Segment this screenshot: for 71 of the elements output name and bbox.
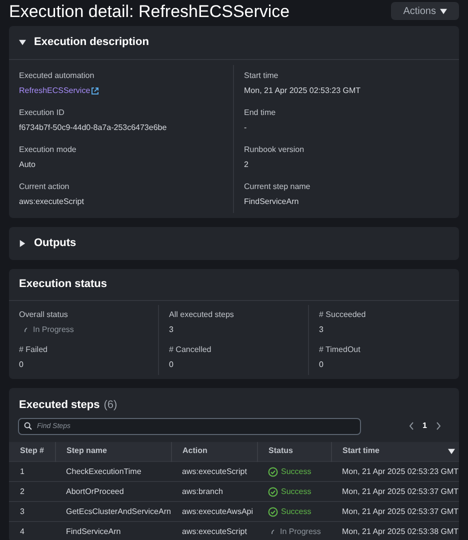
- section-title: Executed steps: [19, 398, 100, 413]
- table-cell: AbortOrProceed: [55, 482, 171, 502]
- status-text: In Progress: [280, 526, 321, 538]
- table-cell: Mon, 21 Apr 2025 02:53:23 GMT: [331, 462, 459, 482]
- field-label: # Cancelled: [169, 344, 212, 356]
- actions-button[interactable]: Actions: [391, 2, 459, 20]
- field-label: Runbook version: [244, 144, 306, 156]
- table-cell: 4: [9, 522, 55, 540]
- table-cell: GetEcsClusterAndServiceArn: [55, 502, 171, 522]
- table-cell: Mon, 21 Apr 2025 02:53:37 GMT: [331, 482, 459, 502]
- section-header[interactable]: Outputs: [9, 227, 459, 260]
- status-text: Success: [281, 486, 312, 498]
- next-page-button[interactable]: [436, 422, 441, 430]
- table-cell: 3: [9, 502, 55, 522]
- field-value: 2: [244, 159, 250, 171]
- field-value: 0: [319, 359, 324, 371]
- field-value: Auto: [19, 159, 36, 171]
- table-cell: Mon, 21 Apr 2025 02:53:38 GMT: [331, 522, 459, 540]
- field-label: Executed automation: [19, 70, 96, 82]
- table-cell: 1: [9, 462, 55, 482]
- table-cell: aws:executeAwsApi: [171, 502, 257, 522]
- section-title: Execution status: [9, 269, 459, 301]
- field-label: # Succeeded: [319, 309, 367, 321]
- table-cell: Mon, 21 Apr 2025 02:53:37 GMT: [331, 502, 459, 522]
- field-label: Execution ID: [19, 107, 66, 119]
- step-count: (6): [104, 398, 118, 413]
- field-label: Current action: [19, 181, 70, 193]
- field-label: Overall status: [19, 309, 69, 321]
- table-cell: aws:executeScript: [171, 462, 257, 482]
- field-label: Execution mode: [19, 144, 78, 156]
- table-cell: 2: [9, 482, 55, 502]
- field-value: aws:executeScript: [19, 196, 85, 208]
- status-text: Success: [281, 466, 312, 478]
- column-header[interactable]: Status: [257, 442, 331, 462]
- field-value: -: [244, 122, 248, 134]
- field-value: 0: [19, 359, 24, 371]
- section-header[interactable]: Execution description: [9, 26, 459, 59]
- column-header[interactable]: Step name: [55, 442, 171, 462]
- field-label: # Failed: [19, 344, 48, 356]
- sort-icon: [448, 448, 455, 455]
- field-label: # TimedOut: [319, 344, 362, 356]
- field-value: f6734b7f-50c9-44d0-8a7a-253c6473e6be: [19, 122, 168, 134]
- table-cell: CheckExecutionTime: [55, 462, 171, 482]
- table-cell: aws:executeScript: [171, 522, 257, 540]
- field-label: Start time: [244, 70, 280, 82]
- page-number[interactable]: 1: [422, 420, 427, 432]
- field-value: 0: [169, 359, 174, 371]
- status-text: In Progress: [33, 324, 74, 336]
- chevron-right-icon: [436, 422, 441, 430]
- field-value: 3: [169, 324, 174, 336]
- field-value: Mon, 21 Apr 2025 02:53:23 GMT: [244, 85, 362, 97]
- table-cell: aws:branch: [171, 482, 257, 502]
- chevron-left-icon: [408, 422, 414, 430]
- caret-down-icon: [19, 39, 26, 46]
- column-header[interactable]: Start time: [331, 442, 459, 462]
- column-header[interactable]: Action: [171, 442, 257, 462]
- previous-page-button[interactable]: [408, 422, 414, 430]
- field-value: 3: [319, 324, 324, 336]
- field-value: FindServiceArn: [244, 196, 300, 208]
- automation-link[interactable]: RefreshECSService: [19, 85, 223, 97]
- status-text: Success: [281, 506, 312, 518]
- page-title: Execution detail: RefreshECSService: [9, 2, 290, 20]
- search-icon: [24, 422, 32, 430]
- field-label: Current step name: [244, 181, 312, 193]
- field-label: End time: [244, 107, 277, 119]
- caret-right-icon: [19, 240, 26, 247]
- field-label: All executed steps: [169, 309, 235, 321]
- caret-down-icon: [440, 8, 447, 14]
- column-header[interactable]: Step #: [9, 442, 55, 462]
- table-cell: FindServiceArn: [55, 522, 171, 540]
- external-link-icon: [91, 87, 100, 95]
